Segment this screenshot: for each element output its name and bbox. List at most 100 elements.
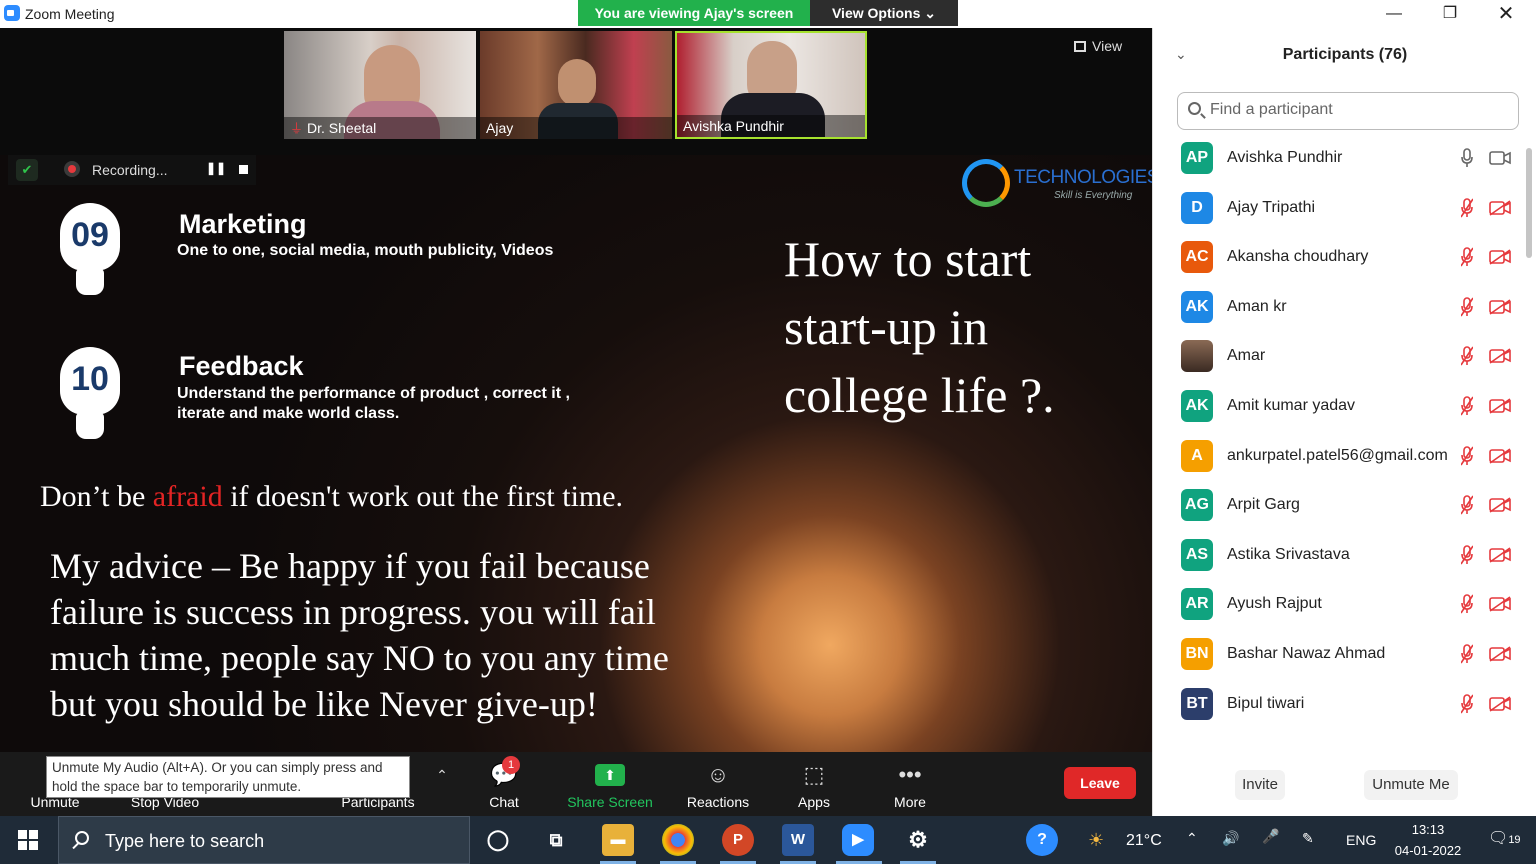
participant-name: Arpit Garg: [1227, 496, 1300, 514]
recording-bar: ✔ Recording... ❚❚: [8, 155, 256, 185]
tile-name-text: Avishka Pundhir: [683, 118, 784, 134]
participant-row[interactable]: BN Bashar Nawaz Ahmad: [1153, 630, 1523, 680]
chevron-down-icon[interactable]: ⌄: [1175, 46, 1187, 63]
mic-muted-icon[interactable]: [1460, 247, 1474, 267]
settings-gear-icon[interactable]: ⚙: [902, 824, 934, 856]
video-tile-active-speaker[interactable]: Avishka Pundhir: [675, 31, 867, 139]
pen-icon[interactable]: ✎: [1302, 830, 1314, 847]
avatar: AS: [1181, 538, 1213, 571]
participant-row[interactable]: AK Aman kr: [1153, 283, 1523, 333]
notifications-icon[interactable]: 🗨19: [1488, 828, 1521, 848]
video-off-icon[interactable]: [1489, 695, 1511, 712]
slide-heading: How to start start-up in college life ?.: [784, 231, 1055, 423]
windows-taskbar: Type here to search ◯ ⧉ ▬ P W ▶ ⚙ ? ☀ 21…: [0, 816, 1536, 864]
close-icon[interactable]: ✕: [1478, 0, 1534, 28]
video-off-icon[interactable]: [1489, 596, 1511, 612]
share-screen-icon: ⬆: [595, 764, 625, 786]
word-icon[interactable]: W: [782, 824, 814, 856]
participants-options-caret[interactable]: ⌃: [430, 752, 454, 816]
zoom-taskbar-icon[interactable]: ▶: [842, 824, 874, 856]
participant-row[interactable]: AK Amit kumar yadav: [1153, 382, 1523, 432]
cortana-icon[interactable]: ◯: [482, 824, 514, 856]
chevron-up-icon[interactable]: ⌃: [1186, 830, 1198, 847]
help-icon[interactable]: ?: [1026, 824, 1058, 856]
video-off-icon[interactable]: [1489, 299, 1511, 315]
logo-tagline: Skill is Everything: [1054, 190, 1133, 201]
participant-list: AP Avishka Pundhir D Ajay Tripathi AC Akansha…: [1153, 134, 1523, 748]
task-view-icon[interactable]: ⧉: [540, 824, 572, 856]
weather-icon[interactable]: ☀: [1088, 830, 1104, 851]
taskbar-search-box[interactable]: Type here to search: [58, 816, 470, 864]
view-button[interactable]: View: [1074, 38, 1122, 54]
video-off-icon[interactable]: [1489, 348, 1511, 365]
video-off-icon[interactable]: [1489, 547, 1511, 563]
participant-row[interactable]: AG Arpit Garg: [1153, 481, 1523, 531]
invite-button[interactable]: Invite: [1235, 770, 1285, 800]
windows-start-icon[interactable]: [18, 830, 38, 850]
video-off-icon[interactable]: [1489, 398, 1511, 414]
mic-muted-icon[interactable]: [1460, 693, 1474, 714]
mic-muted-icon[interactable]: [1460, 495, 1474, 515]
participant-video: [558, 59, 596, 107]
minimize-icon[interactable]: —: [1366, 0, 1422, 28]
restore-icon[interactable]: ❐: [1422, 0, 1478, 28]
bulb-icon: 10: [60, 347, 120, 447]
mic-muted-icon[interactable]: [1460, 445, 1474, 466]
participant-row[interactable]: AR Ayush Rajput: [1153, 580, 1523, 630]
clock-time[interactable]: 13:13: [1392, 822, 1464, 837]
mic-muted-icon[interactable]: [1460, 594, 1474, 614]
mic-muted-icon[interactable]: [1460, 296, 1474, 317]
video-off-icon[interactable]: [1489, 447, 1511, 464]
participant-name: ankurpatel.patel56@gmail.com: [1227, 446, 1448, 464]
video-tile[interactable]: Ajay: [480, 31, 672, 139]
leave-button[interactable]: Leave: [1064, 767, 1136, 799]
participant-search[interactable]: [1177, 92, 1519, 130]
more-button[interactable]: ••• More: [880, 752, 940, 816]
tile-name-text: Ajay: [486, 120, 514, 136]
search-input[interactable]: [1210, 101, 1510, 119]
zoom-app-icon: [4, 5, 20, 21]
clock-date[interactable]: 04-01-2022: [1384, 843, 1472, 858]
microphone-icon[interactable]: 🎤: [1262, 828, 1279, 845]
participant-name: Ajay Tripathi: [1227, 198, 1316, 216]
stop-recording-icon[interactable]: [239, 165, 248, 174]
scrollbar[interactable]: [1526, 148, 1532, 258]
avatar: D: [1181, 191, 1213, 224]
video-off-icon[interactable]: [1489, 199, 1511, 216]
reactions-button[interactable]: ☺ Reactions: [678, 752, 758, 816]
video-off-icon[interactable]: [1489, 249, 1511, 265]
mic-muted-icon[interactable]: [1460, 544, 1474, 565]
point-description: One to one, social media, mouth publicit…: [177, 242, 554, 259]
video-tile[interactable]: ⏚ Dr. Sheetal: [284, 31, 476, 139]
file-explorer-icon[interactable]: ▬: [602, 824, 634, 856]
participant-row[interactable]: AC Akansha choudhary: [1153, 233, 1523, 283]
powerpoint-icon[interactable]: P: [722, 824, 754, 856]
chat-button[interactable]: 💬 Chat 1: [474, 752, 534, 816]
view-options-button[interactable]: View Options ⌄: [810, 0, 958, 26]
shield-icon[interactable]: ✔: [16, 159, 38, 181]
participant-row[interactable]: Aankurpatel.patel56@gmail.com: [1153, 432, 1523, 482]
participant-row[interactable]: AP Avishka Pundhir: [1153, 134, 1523, 184]
mic-muted-icon[interactable]: [1460, 346, 1474, 366]
mic-muted-icon[interactable]: [1460, 197, 1474, 218]
pause-recording-icon[interactable]: ❚❚: [206, 161, 226, 175]
microphone-icon[interactable]: [1461, 148, 1473, 168]
video-off-icon[interactable]: [1489, 497, 1511, 513]
participant-row[interactable]: Amar: [1153, 332, 1523, 382]
avatar: BN: [1181, 637, 1213, 670]
avatar: AP: [1181, 142, 1213, 174]
chrome-icon[interactable]: [662, 824, 694, 856]
mic-muted-icon[interactable]: [1460, 396, 1474, 416]
video-off-icon[interactable]: [1489, 646, 1511, 662]
unmute-me-button[interactable]: Unmute Me: [1364, 770, 1458, 800]
share-screen-button[interactable]: ⬆ Share Screen: [562, 752, 658, 816]
video-camera-icon[interactable]: [1489, 150, 1511, 166]
participant-row[interactable]: D Ajay Tripathi: [1153, 184, 1523, 234]
speaker-icon[interactable]: 🔊: [1222, 830, 1239, 847]
participant-row[interactable]: AS Astika Srivastava: [1153, 531, 1523, 581]
participant-row[interactable]: BT Bipul tiwari: [1153, 680, 1523, 730]
language-indicator[interactable]: ENG: [1346, 832, 1376, 848]
mic-muted-icon[interactable]: [1460, 644, 1474, 664]
temperature[interactable]: 21°C: [1126, 832, 1162, 850]
apps-button[interactable]: ⬚ Apps: [784, 752, 844, 816]
